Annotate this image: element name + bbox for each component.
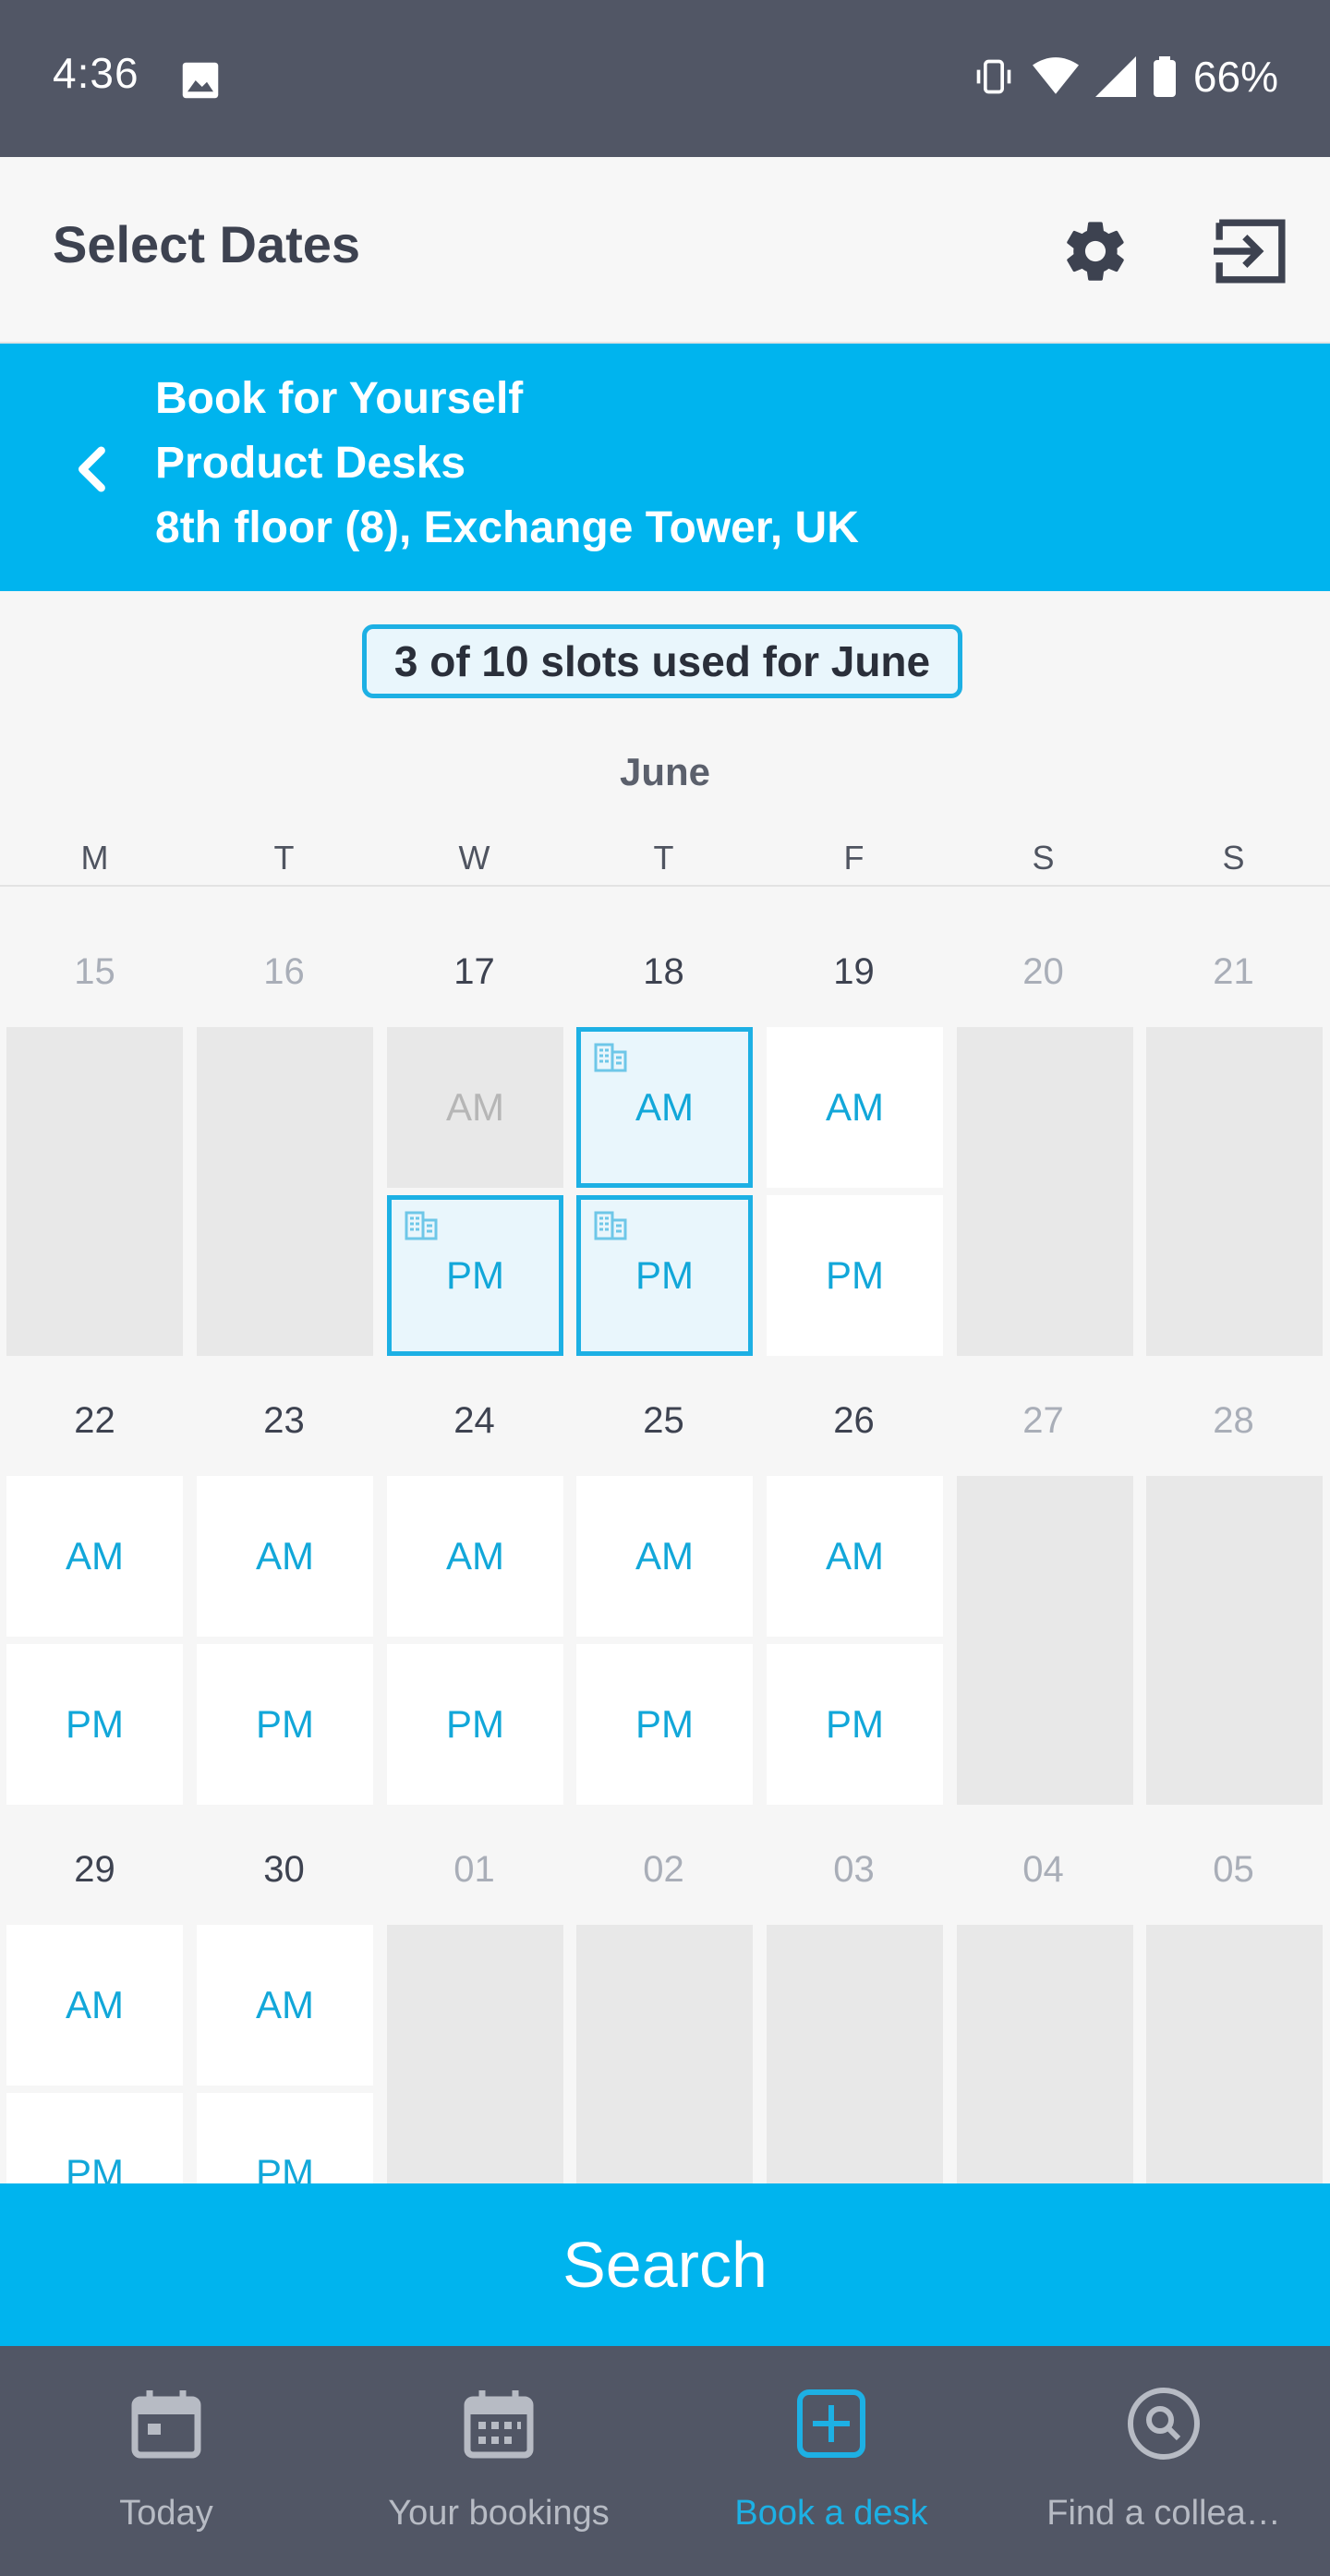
weekday-friday: F — [843, 839, 864, 877]
signal-icon — [1094, 56, 1136, 97]
nav-your-bookings[interactable]: Your bookings — [332, 2346, 665, 2576]
date-number: 17 — [453, 951, 495, 992]
date-number: 25 — [643, 1400, 684, 1441]
search-circle-icon — [1128, 2388, 1200, 2460]
settings-button[interactable] — [1051, 207, 1140, 296]
building-icon — [594, 1211, 627, 1240]
nav-label: Today — [119, 2494, 213, 2533]
slot-am[interactable]: AM — [387, 1476, 563, 1637]
nav-book-a-desk[interactable]: Book a desk — [665, 2346, 998, 2576]
weekday-thursday: T — [653, 839, 674, 877]
weekday-monday: M — [80, 839, 109, 877]
slot-pm-booked[interactable]: PM — [576, 1195, 753, 1356]
slot-am[interactable]: AM — [767, 1476, 943, 1637]
day-unavailable — [6, 1027, 183, 1356]
weekday-divider — [0, 885, 1330, 887]
date-number: 02 — [643, 1849, 684, 1890]
wifi-icon — [1032, 57, 1079, 94]
battery-percent: 66% — [1192, 53, 1278, 101]
bottom-navigation: Today Your bookings Book a desk Find a c… — [0, 2346, 1330, 2576]
date-number: 28 — [1213, 1400, 1254, 1441]
status-bar: 4:36 66% — [0, 0, 1330, 157]
date-number: 26 — [833, 1400, 875, 1441]
date-number: 15 — [74, 951, 115, 992]
booking-context-banner: Book for Yourself Product Desks 8th floo… — [0, 344, 1330, 591]
weekday-wednesday: W — [458, 839, 490, 877]
slot-pm[interactable]: PM — [767, 1195, 943, 1356]
slot-pm[interactable]: PM — [576, 1644, 753, 1805]
date-number: 29 — [74, 1849, 115, 1890]
date-number: 04 — [1022, 1849, 1064, 1890]
date-number: 27 — [1022, 1400, 1064, 1441]
building-icon — [594, 1043, 627, 1072]
building-icon — [405, 1211, 438, 1240]
date-number: 21 — [1213, 951, 1254, 992]
slot-am[interactable]: AM — [197, 1476, 373, 1637]
slot-am-booked[interactable]: AM — [576, 1027, 753, 1188]
exit-button[interactable] — [1206, 207, 1295, 296]
weekday-tuesday: T — [273, 839, 295, 877]
slot-label: AM — [635, 1085, 694, 1129]
date-number: 01 — [453, 1849, 495, 1890]
slot-pm[interactable]: PM — [767, 1644, 943, 1805]
day-unavailable — [1146, 1027, 1323, 1356]
month-label: June — [619, 750, 711, 793]
date-number: 22 — [74, 1400, 115, 1441]
nav-label: Your bookings — [388, 2494, 610, 2533]
date-number: 03 — [833, 1849, 875, 1890]
nav-label: Book a desk — [734, 2494, 928, 2533]
calendar-day-icon — [131, 2390, 201, 2459]
date-number: 16 — [263, 951, 305, 992]
battery-icon — [1153, 56, 1176, 97]
calendar-grid-icon — [464, 2390, 534, 2459]
date-number: 30 — [263, 1849, 305, 1890]
nav-today[interactable]: Today — [0, 2346, 332, 2576]
date-number: 23 — [263, 1400, 305, 1441]
day-unavailable — [957, 1476, 1133, 1805]
slot-pm[interactable]: PM — [6, 1644, 183, 1805]
status-right: 66% — [972, 52, 1278, 102]
date-number: 20 — [1022, 951, 1064, 992]
location: 8th floor (8), Exchange Tower, UK — [155, 503, 859, 552]
slot-pm-booked[interactable]: PM — [387, 1195, 563, 1356]
weekday-saturday: S — [1032, 839, 1055, 877]
back-button[interactable] — [57, 432, 124, 506]
search-button[interactable]: Search — [0, 2183, 1330, 2346]
day-unavailable — [1146, 1476, 1323, 1805]
slot-label: PM — [446, 1253, 504, 1297]
exit-icon — [1214, 219, 1286, 284]
plus-square-icon — [797, 2389, 865, 2458]
slot-am-unavailable: AM — [387, 1027, 563, 1188]
slot-am[interactable]: AM — [197, 1925, 373, 2086]
slot-am[interactable]: AM — [576, 1476, 753, 1637]
vibrate-icon — [976, 59, 1011, 94]
booking-type: Book for Yourself — [155, 374, 524, 423]
day-unavailable — [197, 1027, 373, 1356]
gear-icon — [1067, 222, 1124, 281]
status-time: 4:36 — [53, 49, 139, 97]
desk-group: Product Desks — [155, 439, 466, 488]
date-number: 24 — [453, 1400, 495, 1441]
slot-pm[interactable]: PM — [197, 1644, 373, 1805]
nav-label: Find a collea… — [1046, 2494, 1281, 2533]
date-number: 18 — [643, 951, 684, 992]
nav-find-colleague[interactable]: Find a collea… — [998, 2346, 1330, 2576]
day-unavailable — [957, 1027, 1133, 1356]
weekday-sunday: S — [1222, 839, 1245, 877]
slot-am[interactable]: AM — [6, 1925, 183, 2086]
slot-label: PM — [635, 1253, 694, 1297]
slot-pm[interactable]: PM — [387, 1644, 563, 1805]
slot-am[interactable]: AM — [767, 1027, 943, 1188]
slots-used-badge: 3 of 10 slots used for June — [362, 624, 962, 698]
date-number: 19 — [833, 951, 875, 992]
slot-am[interactable]: AM — [6, 1476, 183, 1637]
chevron-left-icon — [79, 446, 105, 492]
image-notification-icon — [182, 62, 219, 99]
page-title: Select Dates — [53, 215, 361, 273]
date-number: 05 — [1213, 1849, 1254, 1890]
app-bar: Select Dates — [0, 157, 1330, 344]
